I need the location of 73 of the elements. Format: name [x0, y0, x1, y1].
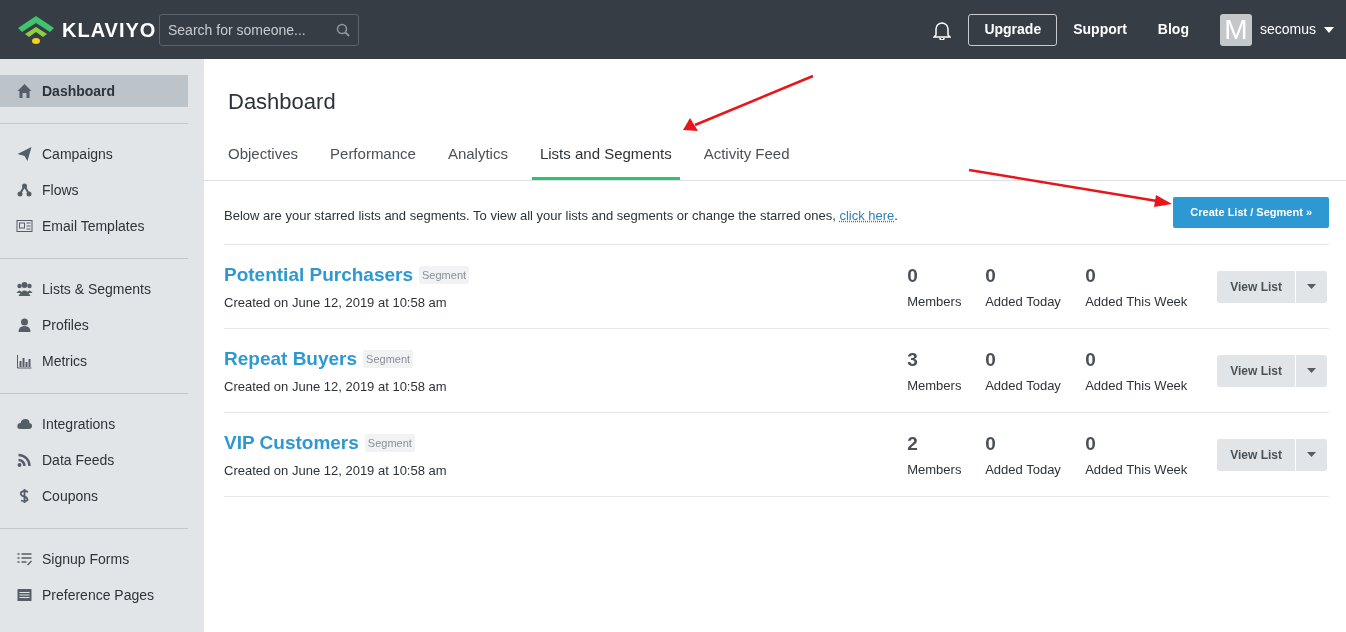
- caret-icon: [1307, 284, 1316, 289]
- upgrade-button[interactable]: Upgrade: [968, 13, 1058, 46]
- sidebar-item[interactable]: Flows: [0, 174, 188, 206]
- segment-tag: Segment: [419, 265, 470, 284]
- created-date: Created on June 12, 2019 at 10:58 am: [224, 294, 448, 312]
- people-icon: [16, 281, 33, 297]
- logo-icon: [16, 14, 56, 45]
- list-card-icon: [16, 587, 33, 603]
- tab[interactable]: Analytics: [439, 131, 516, 180]
- logo-text: KLAVIYO: [62, 17, 157, 43]
- stat-value: 0: [1085, 431, 1096, 456]
- stat-value: 0: [1085, 347, 1096, 372]
- view-list-button[interactable]: View List: [1217, 354, 1295, 387]
- paper-plane-icon: [16, 146, 33, 162]
- segment-tag: Segment: [364, 433, 415, 452]
- stat-value: 0: [985, 431, 996, 456]
- stat-value: 0: [985, 263, 996, 288]
- caret-icon[interactable]: [1324, 26, 1334, 33]
- flow-icon: [16, 182, 33, 198]
- caret-icon: [1307, 368, 1316, 373]
- search-field[interactable]: Search for someone...: [159, 13, 359, 46]
- search-icon: [336, 22, 350, 37]
- created-date: Created on June 12, 2019 at 10:58 am: [224, 462, 448, 480]
- sidebar-item[interactable]: Coupons: [0, 480, 188, 512]
- user-menu[interactable]: secomus: [1259, 19, 1316, 40]
- stat-label: Members: [907, 377, 962, 395]
- rss-icon: [16, 452, 33, 468]
- house-icon: [16, 83, 33, 99]
- sidebar-item[interactable]: Metrics: [0, 345, 188, 377]
- stat-value: 3: [907, 347, 918, 372]
- stat-value: 0: [1085, 263, 1096, 288]
- sidebar-item[interactable]: Campaigns: [0, 138, 188, 170]
- segment-tag: Segment: [363, 349, 414, 368]
- tab[interactable]: Lists and Segments: [531, 131, 680, 180]
- stat-label: Members: [907, 293, 962, 311]
- list-icon: [16, 551, 33, 567]
- stat-label: Members: [907, 461, 962, 479]
- sidebar-item[interactable]: Preference Pages: [0, 579, 188, 611]
- sidebar-item[interactable]: Email Templates: [0, 210, 188, 242]
- stat-label: Added Today: [985, 461, 1061, 479]
- cloud-icon: [16, 416, 33, 432]
- tab[interactable]: Performance: [322, 131, 424, 180]
- stat-label: Added Today: [985, 377, 1061, 395]
- stat-value: 0: [985, 347, 996, 372]
- person-icon: [16, 317, 33, 333]
- view-list-button[interactable]: View List: [1217, 270, 1295, 303]
- sidebar-item[interactable]: Integrations: [0, 408, 188, 440]
- newspaper-icon: [16, 218, 33, 234]
- dropdown-button[interactable]: [1296, 354, 1327, 387]
- dropdown-button[interactable]: [1296, 438, 1327, 471]
- stat-label: Added This Week: [1085, 461, 1188, 479]
- tab[interactable]: Activity Feed: [695, 131, 798, 180]
- bar-chart-icon: [16, 353, 33, 369]
- sidebar-item[interactable]: Signup Forms: [0, 543, 188, 575]
- stat-label: Added This Week: [1085, 293, 1188, 311]
- stat-label: Added This Week: [1085, 377, 1188, 395]
- sidebar-item[interactable]: Lists & Segments: [0, 273, 188, 305]
- view-list-button[interactable]: View List: [1217, 438, 1295, 471]
- stat-label: Added Today: [985, 293, 1061, 311]
- caret-icon: [1307, 452, 1316, 457]
- stat-value: 0: [907, 263, 918, 288]
- created-date: Created on June 12, 2019 at 10:58 am: [224, 378, 448, 396]
- dropdown-button[interactable]: [1296, 270, 1327, 303]
- sidebar-item[interactable]: Dashboard: [0, 75, 188, 107]
- intro-text: Below are your starred lists and segments. To view all your lists and segments or change the starred ones, click here.: [224, 206, 898, 225]
- stat-value: 2: [907, 431, 918, 456]
- nav-link[interactable]: Blog: [1157, 19, 1189, 40]
- page-title: Dashboard: [228, 88, 336, 116]
- nav-link[interactable]: Support: [1073, 19, 1127, 40]
- tab[interactable]: Objectives: [220, 131, 307, 180]
- sidebar-item[interactable]: Profiles: [0, 309, 188, 341]
- bell-icon[interactable]: [933, 19, 952, 40]
- sidebar-item[interactable]: Data Feeds: [0, 444, 188, 476]
